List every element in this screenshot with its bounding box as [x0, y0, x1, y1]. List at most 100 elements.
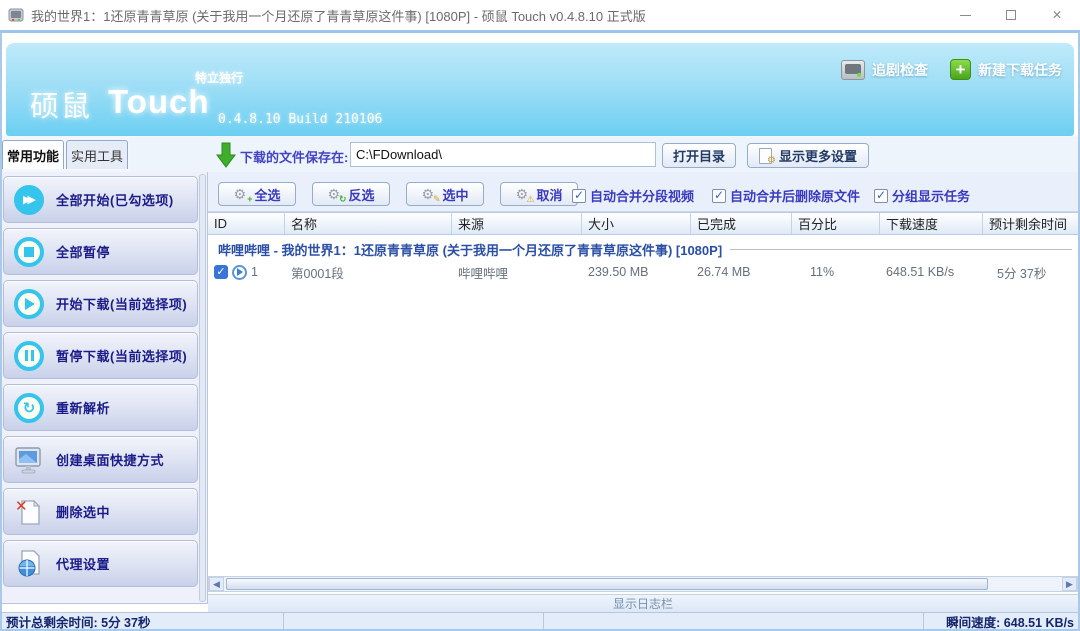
group-divider-line — [730, 249, 1072, 250]
window-title: 我的世界1：1还原青青草原 (关于我用一个月还原了青青草原这件事) [1080P… — [31, 6, 646, 25]
gear-plus-icon: ⚙+ — [233, 186, 249, 202]
play-icon — [14, 289, 44, 319]
checkbox-icon — [874, 189, 888, 203]
window-controls: ✕ — [942, 0, 1080, 30]
delete-after-merge-checkbox[interactable]: 自动合并后删除原文件 — [712, 186, 860, 205]
settings-doc-icon — [759, 148, 774, 163]
save-path-input[interactable] — [350, 142, 656, 167]
status-bar: 预计总剩余时间: 5分 37秒 瞬间速度: 648.51 KB/s — [2, 612, 1078, 629]
select-all-button[interactable]: ⚙+ 全选 — [218, 182, 296, 206]
scroll-left-icon[interactable]: ◀ — [209, 577, 224, 591]
sidebar-item-delete-selected[interactable]: ✕ 删除选中 — [3, 488, 198, 535]
table-row[interactable]: ✓ 1 第0001段 哔哩哔哩 239.50 MB 26.74 MB 11% 6… — [208, 260, 1078, 284]
tab-utility-tools[interactable]: 实用工具 — [66, 140, 128, 169]
status-instant-speed: 瞬间速度: 648.51 KB/s — [924, 613, 1078, 629]
series-check-label: 追剧检查 — [872, 60, 928, 80]
sidebar-item-start-all[interactable]: ▶▶ 全部开始(已勾选项) — [3, 176, 198, 223]
gear-invert-icon: ⚙↻ — [327, 186, 343, 202]
more-settings-button[interactable]: 显示更多设置 — [747, 143, 869, 168]
stop-icon — [14, 237, 44, 267]
row-completed: 26.74 MB — [691, 265, 792, 279]
row-play-icon[interactable] — [232, 265, 247, 280]
row-remaining: 5分 37秒 — [983, 263, 1078, 282]
sidebar-item-label: 代理设置 — [56, 554, 110, 573]
task-group-row[interactable]: 哔哩哔哩 - 我的世界1：1还原青青草原 (关于我用一个月还原了青青草原这件事)… — [208, 240, 1076, 258]
row-size: 239.50 MB — [582, 265, 691, 279]
sidebar-item-pause-selected[interactable]: 暂停下载(当前选择项) — [3, 332, 198, 379]
sidebar-item-label: 全部开始(已勾选项) — [56, 190, 174, 209]
sidebar-item-start-selected[interactable]: 开始下载(当前选择项) — [3, 280, 198, 327]
app-icon — [8, 7, 24, 23]
pause-icon — [14, 341, 44, 371]
row-speed: 648.51 KB/s — [880, 265, 983, 279]
row-source: 哔哩哔哩 — [452, 263, 582, 282]
row-checkbox[interactable]: ✓ — [214, 265, 228, 279]
column-header-size[interactable]: 大小 — [582, 213, 691, 234]
maximize-icon — [1006, 10, 1016, 20]
delete-doc-icon: ✕ — [14, 497, 44, 527]
column-header-speed[interactable]: 下载速度 — [880, 213, 983, 234]
save-path-label: 下载的文件保存在: — [240, 147, 348, 166]
sidebar-item-label: 暂停下载(当前选择项) — [56, 346, 187, 365]
desktop-icon — [14, 445, 44, 475]
column-header-percent[interactable]: 百分比 — [792, 213, 880, 234]
row-id-cell: ✓ 1 — [208, 265, 285, 280]
open-directory-button[interactable]: 打开目录 — [662, 143, 736, 168]
horizontal-scrollbar[interactable]: ◀ ▶ — [208, 576, 1078, 592]
select-checked-button[interactable]: ⚙✎ 选中 — [406, 182, 484, 206]
tab-common-functions[interactable]: 常用功能 — [2, 140, 64, 169]
banner-actions: 追剧检查 + 新建下载任务 — [841, 59, 1062, 80]
sidebar-item-reparse[interactable]: ↻ 重新解析 — [3, 384, 198, 431]
close-button[interactable]: ✕ — [1034, 0, 1080, 30]
more-settings-label: 显示更多设置 — [779, 146, 857, 165]
scrollbar-thumb[interactable] — [226, 578, 988, 590]
select-checked-label: 选中 — [442, 185, 468, 204]
column-header-remaining[interactable]: 预计剩余时间 — [983, 213, 1078, 234]
checkbox-icon — [572, 189, 586, 203]
cancel-selection-button[interactable]: ⚙⚠ 取消 — [500, 182, 578, 206]
scroll-right-icon[interactable]: ▶ — [1062, 577, 1077, 591]
group-display-checkbox[interactable]: 分组显示任务 — [874, 186, 970, 205]
fast-forward-icon: ▶▶ — [14, 185, 44, 215]
new-download-task-label: 新建下载任务 — [978, 60, 1062, 80]
auto-merge-label: 自动合并分段视频 — [590, 186, 694, 205]
row-percent: 11% — [792, 265, 880, 279]
slogan-text: 特立独行 — [195, 69, 243, 86]
plus-icon: + — [950, 59, 971, 80]
sidebar-item-label: 创建桌面快捷方式 — [56, 450, 164, 469]
invert-selection-button[interactable]: ⚙↻ 反选 — [312, 182, 390, 206]
group-display-label: 分组显示任务 — [892, 186, 970, 205]
sidebar-item-label: 重新解析 — [56, 398, 110, 417]
sidebar-item-create-shortcut[interactable]: 创建桌面快捷方式 — [3, 436, 198, 483]
sidebar-scrollbar[interactable] — [199, 174, 206, 602]
table-header: ID 名称 来源 大小 已完成 百分比 下载速度 预计剩余时间 — [208, 212, 1078, 235]
row-id: 1 — [251, 265, 258, 279]
series-check-button[interactable]: 追剧检查 — [841, 60, 928, 80]
sidebar-item-proxy-settings[interactable]: 代理设置 — [3, 540, 198, 587]
status-total-remaining: 预计总剩余时间: 5分 37秒 — [2, 613, 284, 629]
gear-pencil-icon: ⚙✎ — [421, 186, 437, 202]
select-all-label: 全选 — [254, 185, 280, 204]
minimize-button[interactable] — [942, 0, 988, 30]
sidebar-item-label: 开始下载(当前选择项) — [56, 294, 187, 313]
status-segment-3 — [544, 613, 924, 629]
status-segment-2 — [284, 613, 544, 629]
column-header-source[interactable]: 来源 — [452, 213, 582, 234]
cancel-selection-label: 取消 — [536, 185, 562, 204]
svg-text:✕: ✕ — [15, 497, 28, 515]
show-log-bar-button[interactable]: 显示日志栏 — [208, 594, 1078, 612]
header-banner: 硕鼠 Touch 特立独行 0.4.8.10 Build 210106 追剧检查… — [6, 43, 1074, 136]
sidebar-item-pause-all[interactable]: 全部暂停 — [3, 228, 198, 275]
minimize-icon — [960, 15, 971, 16]
sidebar-item-label: 删除选中 — [56, 502, 110, 521]
column-header-name[interactable]: 名称 — [285, 213, 452, 234]
sidebar-item-label: 全部暂停 — [56, 242, 110, 261]
delete-after-merge-label: 自动合并后删除原文件 — [730, 186, 860, 205]
new-download-task-button[interactable]: + 新建下载任务 — [950, 59, 1062, 80]
column-header-completed[interactable]: 已完成 — [691, 213, 792, 234]
monitor-icon — [841, 60, 865, 80]
auto-merge-checkbox[interactable]: 自动合并分段视频 — [572, 186, 694, 205]
maximize-button[interactable] — [988, 0, 1034, 30]
task-group-label: 哔哩哔哩 - 我的世界1：1还原青青草原 (关于我用一个月还原了青青草原这件事)… — [218, 240, 722, 259]
column-header-id[interactable]: ID — [208, 213, 285, 234]
